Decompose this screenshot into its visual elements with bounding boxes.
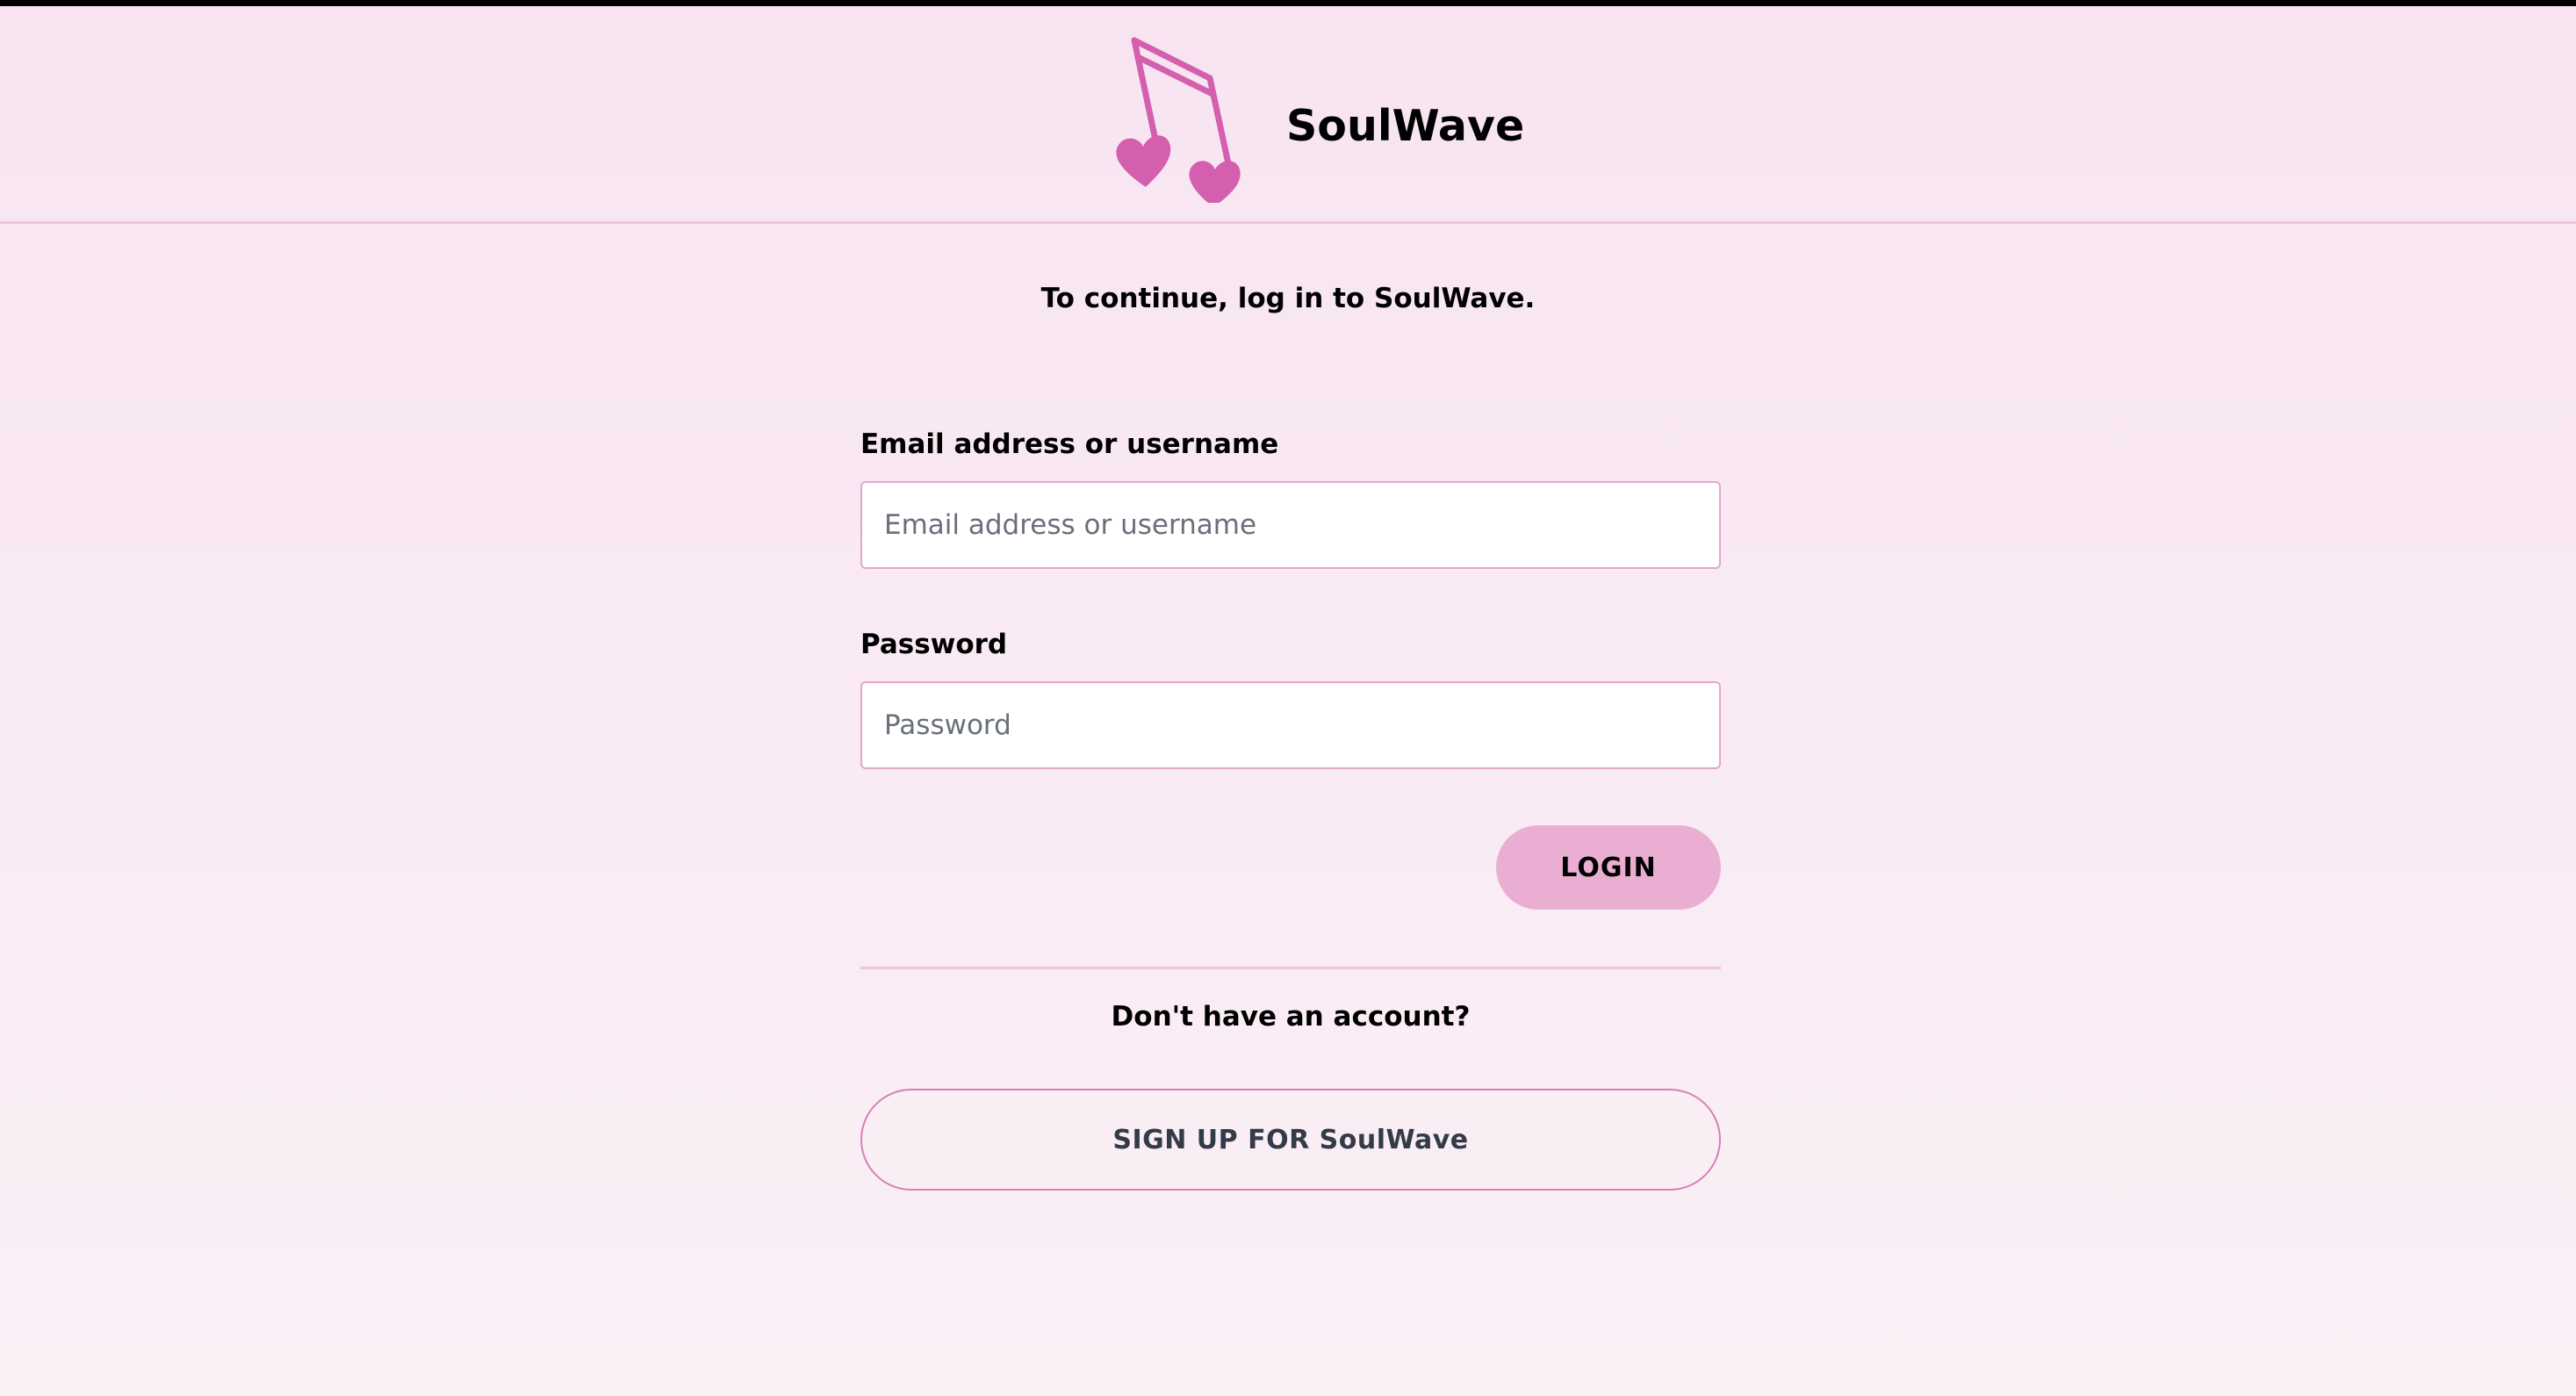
password-label: Password	[860, 629, 1008, 660]
form-divider	[860, 967, 1721, 969]
login-subtitle: To continue, log in to SoulWave.	[1040, 283, 1536, 314]
signup-prompt: Don't have an account?	[1111, 1001, 1471, 1033]
music-note-hearts-icon	[1116, 37, 1241, 203]
email-label: Email address or username	[860, 428, 1279, 460]
signup-button[interactable]: SIGN UP FOR SoulWave	[860, 1089, 1721, 1191]
brand-name: SoulWave	[1286, 101, 1525, 151]
window-top-strip	[0, 0, 2576, 6]
site-header: SoulWave	[0, 6, 2576, 224]
password-input[interactable]	[860, 681, 1721, 769]
login-button[interactable]: LOGIN	[1496, 825, 1721, 910]
email-input[interactable]	[860, 481, 1721, 569]
